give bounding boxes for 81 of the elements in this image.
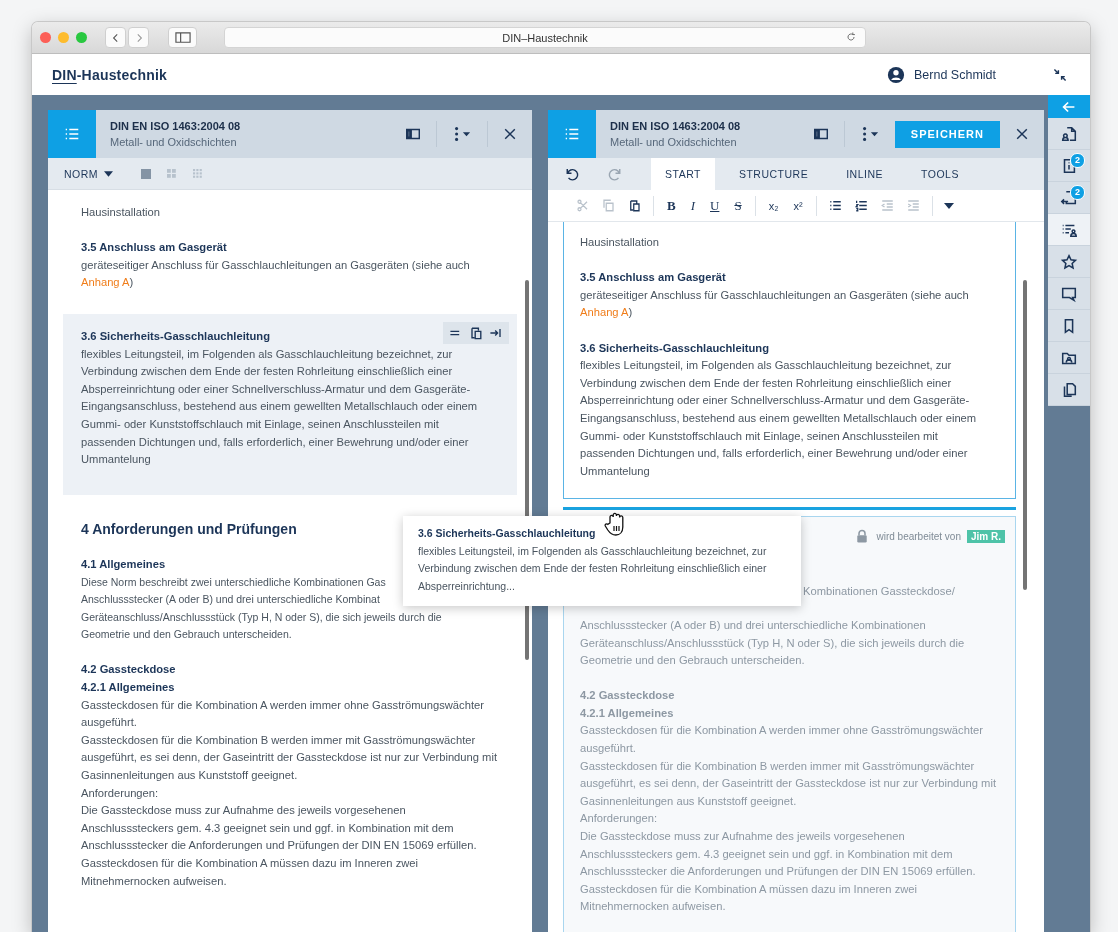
paragraph: Anforderungen: xyxy=(81,785,160,801)
paragraph: Anforderungen: xyxy=(580,811,659,827)
paragraph: Die Gassteckdose muss zur Aufnahme des jeweils vorgesehenen Anschlusssteckers gem. 4.3 geeignet sein und ggf. in Kombination mit dem Anschlussstecker die Anforderungen und Prüfungen der DIN EN 15069 erfüllen. xyxy=(81,803,478,854)
scrollbar[interactable] xyxy=(1023,280,1027,590)
paragraph: flexibles Leitungsteil, im Folgenden als Gasschlauchleitung bezeichnet, zur Verbindung zwischen dem Ende der festen Rohrleitung einschließlich einer Absperreinrichtung oder einer Schnellverschluss-Armatur und dem Gasgeräte-Eingangsanschluss, bestehend aus einem gewellten Metallschlauch oder einem Gummi- oder Kunststoffschlauch mit Einlage, seinen Anschlussteilen mit passenden Dichtungen und, falls erforderlich, einer Bewehrung und/oder einer Ummantelung xyxy=(81,346,479,468)
sidebar-icon xyxy=(174,32,191,43)
preview-text: flexibles Leitungsteil, im Folgenden als Gasschlauchleitung bezeichnet, zur Verbindung zwischen dem Ende der festen Rohrleitung einschließlich einer Absperreinrichtung... xyxy=(418,543,768,594)
text-line: Diese Norm beschreibt zwei unterschiedliche Kombinationen Gas xyxy=(81,574,386,590)
section-heading: 4.2 Gassteckdose xyxy=(580,688,675,704)
section-heading: 3.6 Sicherheits-Gasschlauchleitung xyxy=(81,328,270,344)
ribbon-tab[interactable]: START xyxy=(651,158,715,190)
paragraph: Gassteckdosen für die Kombination A müssen dazu im Inneren zwei Mitnehmernocken aufweisen. xyxy=(81,856,420,889)
paragraph: Gassteckdosen für die Kombination A werden immer ohne Gasströmungswächter ausgeführt. xyxy=(81,697,485,731)
close-window-dot[interactable] xyxy=(40,32,51,43)
section-heading: 4.2 Gassteckdose xyxy=(81,662,176,678)
app-logo[interactable]: DIN-Haustechnik xyxy=(52,66,168,83)
editing-section[interactable] xyxy=(563,222,1016,500)
ribbon-tab[interactable]: INLINE xyxy=(832,158,898,190)
sidebar-button[interactable] xyxy=(168,27,197,48)
back-button[interactable] xyxy=(105,27,126,48)
paragraph: flexibles Leitungsteil, im Folgenden als Gasschlauchleitung bezeichnet, zur Verbindung zwischen dem Ende der festen Rohrleitung einschließlich einer Absperreinrichtung oder einer Schnellverschluss-Armatur und dem Gasgeräte-Eingangsanschluss, bestehend aus einem gewellten Metallschlauch oder einem Gummi- oder Kunststoffschlauch mit Einlage, seinen Anschlussteilen mit passenden Dichtungen und, falls erforderlich, einer Bewehrung und/oder einer Ummantelung xyxy=(580,358,978,479)
text-line: Geometrie und den Gebrauch unterscheiden. xyxy=(81,627,292,643)
lock-status: wird bearbeitet von xyxy=(876,530,961,542)
paragraph: Anschlussstecker (A oder B) und drei unterschiedliche Kombinationen Geräteanschluss/Anschlussstück (Typ H, N oder S), die sich jeweils durch die Geometrie und den Gebrauch unterscheiden. xyxy=(580,617,966,669)
document-person-icon xyxy=(1060,124,1078,143)
caret-icon xyxy=(104,170,114,177)
address-bar[interactable]: DIN–Haustechnik xyxy=(224,27,866,48)
paragraph: geräteseitiger Anschluss für Gasschlauchleitungen an Gasgeräten (siehe auch Anhang A) xyxy=(580,287,970,321)
bulleted-list-icon[interactable] xyxy=(827,198,843,213)
caret-icon[interactable] xyxy=(943,202,954,209)
section-label: Hausinstallation xyxy=(580,235,660,250)
paragraph: Die Gassteckdose muss zur Aufnahme des jeweils vorgesehenen Anschlusssteckers gem. 4.3 geeignet sein und ggf. in Kombination mit dem Anschlussstecker die Anforderungen und Prüfungen der DIN EN 15069 erfüllen. xyxy=(580,829,977,880)
text-fragment: Kombinationen Gassteckdose/ xyxy=(803,584,955,600)
italic-button[interactable]: I xyxy=(688,197,697,214)
chapter-heading: 4 Anforderungen und Prüfungen xyxy=(81,520,297,539)
ribbon-tab[interactable]: STRUCTURE xyxy=(724,158,823,190)
user-name[interactable]: Bernd Schmidt xyxy=(914,67,996,82)
user-tag: Jim R. xyxy=(967,529,1005,543)
section-heading: 3.5 Anschluss am Gasgerät xyxy=(81,240,227,256)
collapse-icon[interactable] xyxy=(1052,66,1068,83)
close-icon[interactable] xyxy=(502,126,518,142)
text-line: Geräteanschluss/Anschlussstück (Typ H, N oder S), die sich jeweils durch die xyxy=(81,609,442,625)
section-label: Hausinstallation xyxy=(81,205,161,220)
subscript-button[interactable]: x₂ xyxy=(766,199,781,212)
superscript-button[interactable]: x² xyxy=(791,199,805,212)
section-heading: 3.6 Sicherheits-Gasschlauchleitung xyxy=(580,340,769,356)
sidebar-tool[interactable] xyxy=(1048,214,1090,246)
ribbon-tab[interactable]: TOOLS xyxy=(907,158,973,190)
count-badge: 2 xyxy=(1070,185,1085,200)
text-line: Anschlussstecker (A oder B) und drei unterschiedliche Kombinat xyxy=(81,592,380,608)
strikethrough-button[interactable]: S xyxy=(732,197,744,214)
paragraph: Gassteckdosen für die Kombination A müssen dazu im Inneren zwei Mitnehmernocken aufweisen. xyxy=(580,881,919,915)
section-heading: 3.5 Anschluss am Gasgerät xyxy=(580,270,726,286)
zoom-window-dot[interactable] xyxy=(76,32,87,43)
paste-icon[interactable] xyxy=(627,198,642,213)
view-dropdown[interactable]: NORM xyxy=(64,167,114,180)
section-heading: 4.2.1 Allgemeines xyxy=(580,705,674,721)
document-title: DIN EN ISO 1463:2004 08 xyxy=(110,120,241,132)
bold-button[interactable]: B xyxy=(665,197,678,214)
paragraph: Gassteckdosen für die Kombination B werden immer mit Gasströmungswächter ausgeführt, es sei denn, der Gaseintritt der Gassteckdose ist nur zur Verbindung mit Gasinnenleitungen aus Kunststoff geeignet. xyxy=(580,758,998,809)
preview-heading: 3.6 Sicherheits-Gasschlauchleitung xyxy=(418,526,596,541)
lock-icon xyxy=(856,529,869,544)
underline-button[interactable]: U xyxy=(708,197,722,214)
highlighted-section[interactable] xyxy=(63,313,517,495)
minimize-window-dot[interactable] xyxy=(58,32,69,43)
paragraph: geräteseitiger Anschluss für Gasschlauchleitungen an Gasgeräten (siehe auch Anhang A) xyxy=(81,257,471,291)
numbered-list-icon[interactable] xyxy=(853,198,869,213)
document-subtitle: Metall- und Oxidschichten xyxy=(110,136,238,148)
paragraph: Gassteckdosen für die Kombination A werden immer ohne Gasströmungswächter ausgeführt. xyxy=(580,723,984,757)
count-badge: 2 xyxy=(1070,153,1085,168)
user-avatar-icon[interactable] xyxy=(887,65,905,84)
close-icon[interactable] xyxy=(1014,126,1030,142)
star-icon xyxy=(1060,252,1078,271)
paragraph: Gassteckdosen für die Kombination B werden immer mit Gasströmungswächter ausgeführt, es sei denn, der Gaseintritt der Gassteckdose ist nur zur Verbindung mit Gasinnenleitungen aus Kunststoff geeignet. xyxy=(81,732,499,784)
document-subtitle: Metall- und Oxidschichten xyxy=(610,136,738,148)
document-title: DIN EN ISO 1463:2004 08 xyxy=(610,120,741,132)
reload-icon[interactable] xyxy=(845,31,857,43)
section-heading: 4.1 Allgemeines xyxy=(81,556,166,572)
document-arrow-icon xyxy=(1060,188,1078,207)
section-heading: 4.2.1 Allgemeines xyxy=(81,680,175,696)
single-view-icon[interactable] xyxy=(141,168,152,179)
